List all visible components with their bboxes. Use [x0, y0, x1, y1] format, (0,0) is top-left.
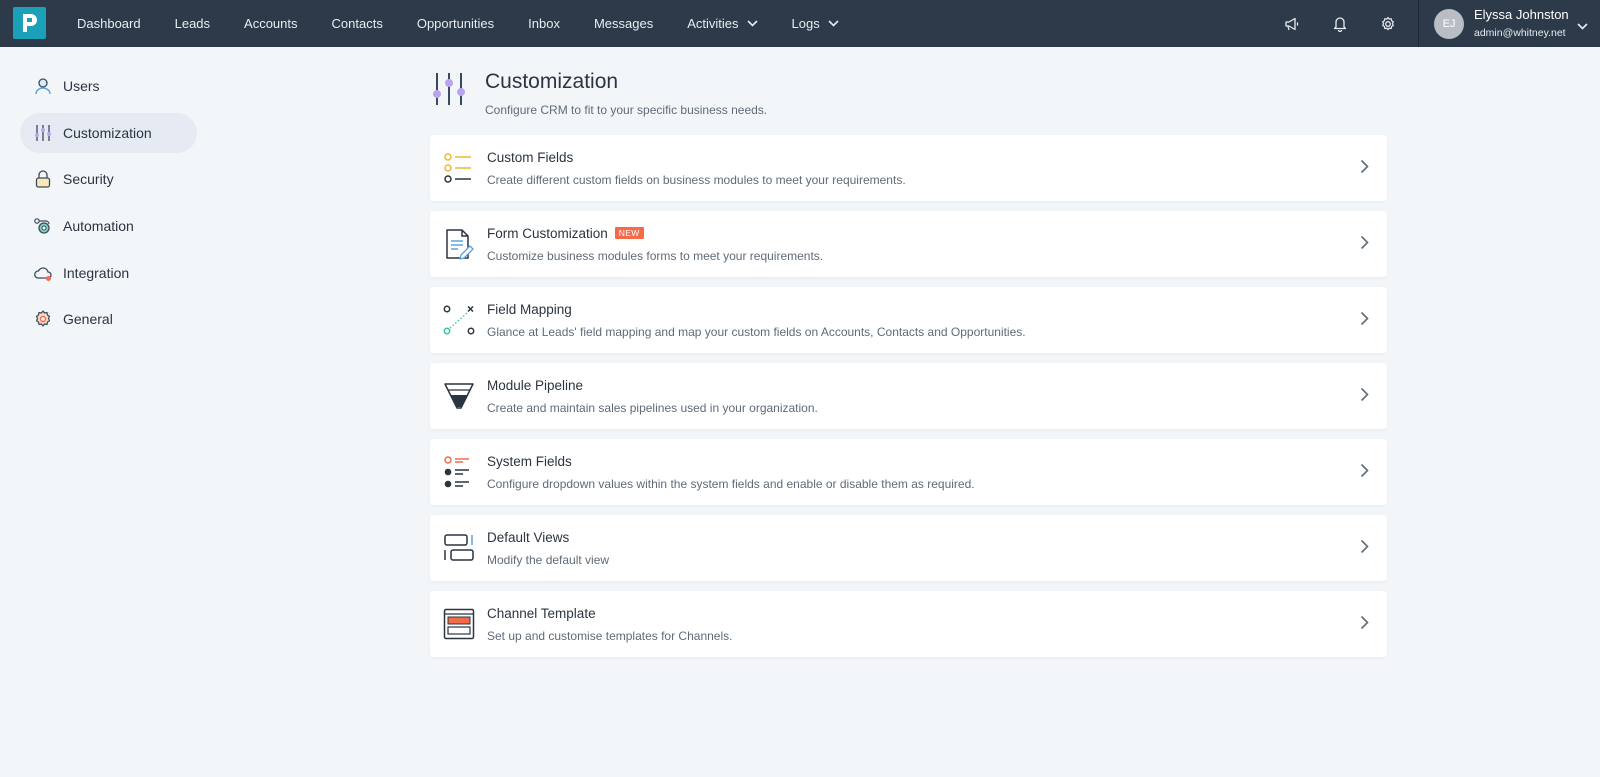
chevron-right-icon — [1360, 235, 1369, 255]
gear-icon — [1382, 16, 1394, 30]
sidebar-item-customization[interactable]: Customization — [20, 112, 197, 153]
user-menu[interactable]: EJ Elyssa Johnston admin@whitney.net — [1418, 0, 1600, 47]
nav-messages[interactable]: Messages — [577, 0, 670, 47]
card-description: Set up and customise templates for Chann… — [487, 628, 733, 643]
sidebar-item-automation[interactable]: Automation — [20, 206, 197, 246]
sidebar-item-users[interactable]: Users — [20, 66, 197, 106]
customization-list: Custom Fields Create different custom fi… — [430, 135, 1387, 667]
card-description: Glance at Leads' field mapping and map y… — [487, 324, 1026, 339]
card-form-customization[interactable]: Form Customization NEW Customize busines… — [430, 211, 1387, 277]
card-title: Channel Template — [487, 605, 596, 621]
chevron-right-icon — [1360, 159, 1369, 179]
card-title: Module Pipeline — [487, 377, 584, 393]
list-settings-icon — [442, 455, 476, 489]
new-badge: NEW — [614, 227, 644, 239]
card-custom-fields[interactable]: Custom Fields Create different custom fi… — [430, 135, 1387, 201]
card-description: Create different custom fields on busine… — [487, 172, 906, 187]
top-actions — [1268, 0, 1412, 47]
bell-icon — [1333, 16, 1347, 32]
main-nav: Dashboard Leads Accounts Contacts Opport… — [60, 0, 856, 47]
chevron-right-icon — [1360, 311, 1369, 331]
sidebar-item-label: Integration — [63, 264, 130, 281]
card-description: Customize business modules forms to meet… — [487, 248, 824, 263]
sidebar-item-integration[interactable]: Integration — [20, 253, 197, 293]
form-edit-icon — [442, 227, 476, 261]
chevron-down-icon — [1577, 17, 1588, 35]
lock-icon — [33, 169, 53, 189]
megaphone-icon — [1285, 17, 1299, 30]
nav-inbox[interactable]: Inbox — [511, 0, 577, 47]
settings-sidebar: Users Customization Security Automation … — [20, 66, 197, 346]
automation-icon — [33, 216, 53, 236]
gear-icon — [33, 309, 53, 329]
nav-opportunities[interactable]: Opportunities — [400, 0, 511, 47]
nav-logs[interactable]: Logs — [775, 0, 856, 47]
card-module-pipeline[interactable]: Module Pipeline Create and maintain sale… — [430, 363, 1387, 429]
cloud-icon — [33, 263, 53, 283]
top-navbar: Dashboard Leads Accounts Contacts Opport… — [0, 0, 1600, 47]
card-title: Default Views — [487, 529, 570, 545]
chevron-right-icon — [1360, 387, 1369, 407]
card-description: Configure dropdown values within the sys… — [487, 476, 975, 491]
card-default-views[interactable]: Default Views Modify the default view — [430, 515, 1387, 581]
card-title: Custom Fields — [487, 149, 574, 165]
notifications-button[interactable] — [1316, 0, 1364, 47]
chevron-right-icon — [1360, 539, 1369, 559]
nav-dashboard[interactable]: Dashboard — [60, 0, 158, 47]
logo-icon — [22, 14, 37, 32]
user-email: admin@whitney.net — [1474, 27, 1566, 40]
page-title: Customization — [485, 70, 619, 93]
template-icon — [442, 607, 476, 641]
sidebar-item-general[interactable]: General — [20, 299, 197, 339]
sidebar-item-label: Users — [63, 78, 100, 94]
card-title: Field Mapping — [487, 301, 572, 317]
funnel-icon — [442, 379, 476, 413]
sidebar-item-label: Customization — [63, 124, 152, 141]
page-header: Customization Configure CRM to fit to yo… — [430, 70, 767, 117]
card-description: Modify the default view — [487, 552, 610, 567]
chevron-down-icon — [746, 20, 758, 27]
nav-activities[interactable]: Activities — [670, 0, 774, 47]
page-subtitle: Configure CRM to fit to your specific bu… — [485, 103, 768, 117]
sliders-icon — [430, 70, 468, 108]
custom-fields-icon — [442, 151, 476, 185]
nav-accounts[interactable]: Accounts — [227, 0, 314, 47]
announcement-button[interactable] — [1268, 0, 1316, 47]
user-icon — [33, 76, 53, 96]
card-description: Create and maintain sales pipelines used… — [487, 400, 818, 415]
sidebar-item-security[interactable]: Security — [20, 159, 197, 199]
nav-leads[interactable]: Leads — [158, 0, 227, 47]
card-title: Form Customization — [487, 225, 608, 241]
user-name: Elyssa Johnston — [1474, 6, 1569, 22]
layout-views-icon — [442, 531, 476, 565]
sidebar-item-label: General — [63, 311, 113, 328]
card-title: System Fields — [487, 453, 572, 469]
sidebar-item-label: Security — [63, 171, 114, 188]
nav-contacts[interactable]: Contacts — [315, 0, 400, 47]
chevron-down-icon — [828, 20, 839, 27]
settings-button[interactable] — [1364, 0, 1412, 47]
chevron-right-icon — [1360, 615, 1369, 635]
chevron-right-icon — [1360, 463, 1369, 483]
card-channel-template[interactable]: Channel Template Set up and customise te… — [430, 591, 1387, 657]
app-logo[interactable] — [13, 7, 46, 39]
avatar: EJ — [1434, 8, 1464, 39]
field-mapping-icon — [442, 303, 476, 337]
sliders-icon — [33, 123, 53, 143]
card-system-fields[interactable]: System Fields Configure dropdown values … — [430, 439, 1387, 505]
sidebar-item-label: Automation — [63, 218, 134, 235]
card-field-mapping[interactable]: Field Mapping Glance at Leads' field map… — [430, 287, 1387, 353]
